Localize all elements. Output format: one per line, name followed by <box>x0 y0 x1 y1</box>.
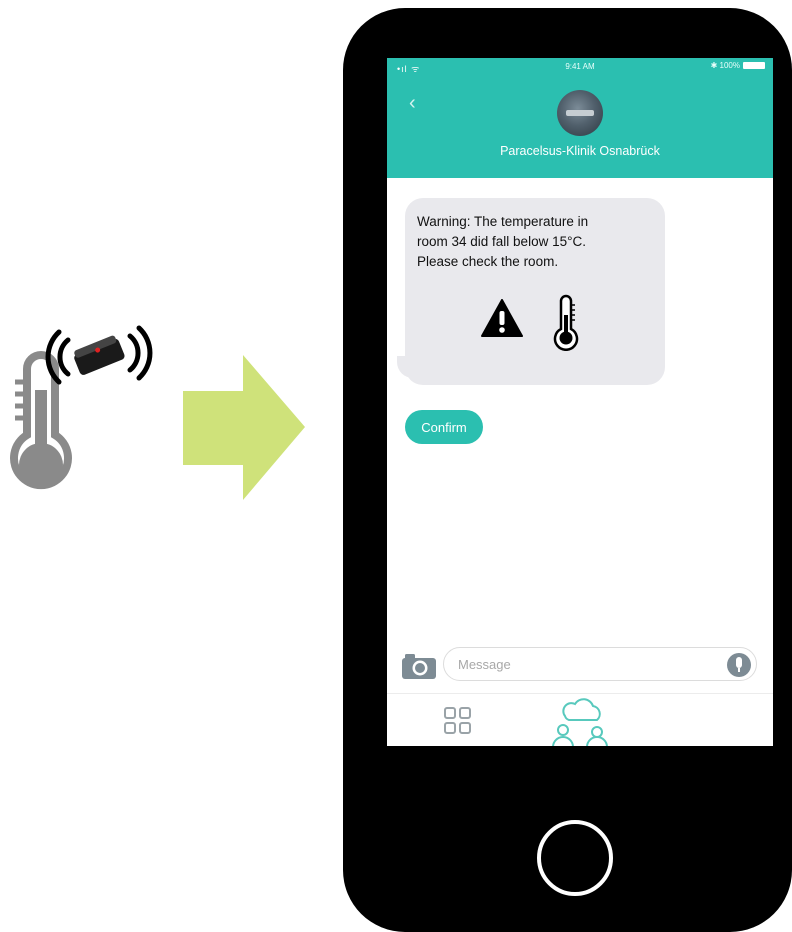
confirm-button[interactable]: Confirm <box>405 410 483 444</box>
phone-screen: •ıl ᯤ 9:41 AM ✱ 100% ‹ Paracelsus-Klinik… <box>387 58 773 746</box>
message-line: Warning: The temperature in <box>417 214 589 229</box>
message-bubble: Warning: The temperature in room 34 did … <box>405 198 665 385</box>
thermometer-icon <box>553 294 579 351</box>
camera-icon[interactable] <box>401 652 437 680</box>
building-photo <box>566 110 594 116</box>
home-button[interactable] <box>537 820 613 896</box>
microphone-icon[interactable] <box>727 653 751 677</box>
right-arrow-icon <box>183 355 305 500</box>
chat-thread: Warning: The temperature in room 34 did … <box>387 178 773 648</box>
apps-grid-icon[interactable] <box>443 706 473 736</box>
message-line: room 34 did fall below 15°C. <box>417 234 586 249</box>
tab-bar <box>387 693 773 746</box>
avatar[interactable] <box>557 90 603 136</box>
battery-status: ✱ 100% <box>711 61 765 70</box>
battery-icon <box>743 62 765 69</box>
back-button[interactable]: ‹ <box>409 92 416 115</box>
message-input[interactable] <box>443 647 757 681</box>
chat-header: •ıl ᯤ 9:41 AM ✱ 100% ‹ Paracelsus-Klinik… <box>387 58 773 178</box>
contact-name[interactable]: Paracelsus-Klinik Osnabrück <box>387 144 773 158</box>
warning-triangle-icon <box>481 299 523 337</box>
message-line: Please check the room. <box>417 254 559 269</box>
message-composer <box>387 643 773 693</box>
community-icon[interactable] <box>547 694 617 746</box>
battery-label: ✱ 100% <box>710 61 740 70</box>
message-text: Warning: The temperature in room 34 did … <box>417 212 657 272</box>
wireless-thermometer-sensor-icon <box>10 325 153 490</box>
